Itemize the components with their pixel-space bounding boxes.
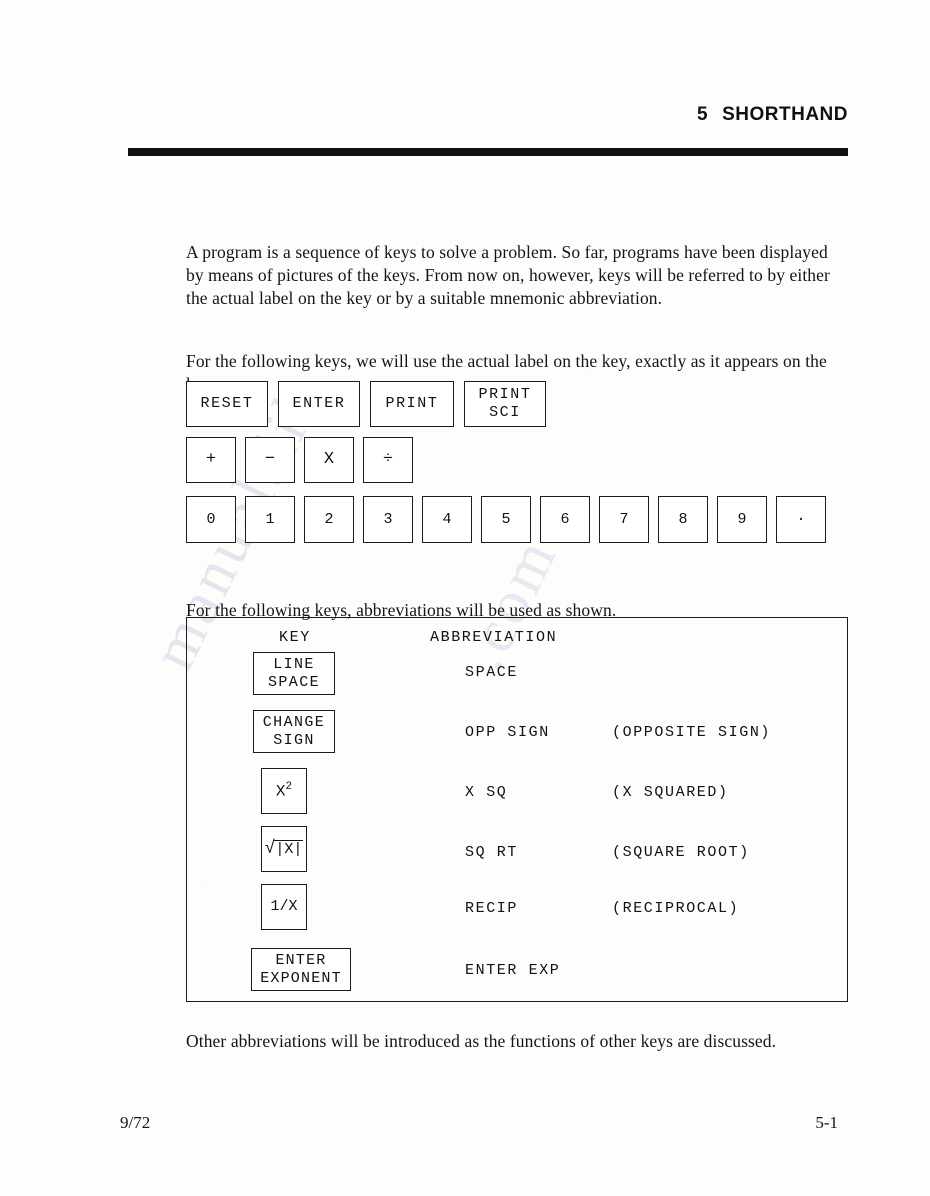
table-header-abbreviation: ABBREVIATION	[430, 629, 558, 646]
table-cell-expansion: (RECIPROCAL)	[612, 900, 740, 917]
table-row: X2 X SQ (X SQUARED)	[187, 768, 847, 826]
table-cell-abbreviation: X SQ	[465, 784, 508, 801]
document-page: manualslib .com 5 SHORTHAND A program is …	[0, 0, 930, 1196]
key-digit-6[interactable]: 6	[540, 496, 590, 543]
key-digit-3[interactable]: 3	[363, 496, 413, 543]
table-cell-abbreviation: ENTER EXP	[465, 962, 561, 979]
table-row: ENTER EXPONENT ENTER EXP	[187, 944, 847, 1004]
table-cell-abbreviation: SQ RT	[465, 844, 519, 861]
square-root-glyph: √ |X|	[265, 840, 304, 858]
chapter-title: SHORTHAND	[722, 104, 848, 125]
table-cell-key: 1/X	[261, 884, 307, 930]
key-digit-0[interactable]: 0	[186, 496, 236, 543]
key-plus[interactable]: +	[186, 437, 236, 483]
table-row: CHANGE SIGN OPP SIGN (OPPOSITE SIGN)	[187, 710, 847, 768]
table-cell-key: LINE SPACE	[253, 652, 335, 695]
key-multiply[interactable]: X	[304, 437, 354, 483]
key-x-squared[interactable]: X2	[261, 768, 307, 814]
table-cell-abbreviation: RECIP	[465, 900, 519, 917]
table-cell-key: ENTER EXPONENT	[251, 948, 351, 991]
table-cell-abbreviation: SPACE	[465, 664, 519, 681]
x-squared-glyph: X2	[275, 780, 293, 801]
footer-date-code: 9/72	[120, 1113, 151, 1132]
key-line-space[interactable]: LINE SPACE	[253, 652, 335, 695]
table-cell-key: X2	[261, 768, 307, 814]
key-digit-4[interactable]: 4	[422, 496, 472, 543]
table-cell-expansion: (OPPOSITE SIGN)	[612, 724, 772, 741]
key-digit-1[interactable]: 1	[245, 496, 295, 543]
table-cell-expansion: (SQUARE ROOT)	[612, 844, 750, 861]
key-decimal-point[interactable]: ·	[776, 496, 826, 543]
paragraph-closing: Other abbreviations will be introduced a…	[186, 1030, 777, 1051]
running-head: 5 SHORTHAND	[697, 104, 848, 126]
table-header-key: KEY	[279, 629, 311, 646]
table-row: LINE SPACE SPACE	[187, 652, 847, 710]
paragraph-intro: A program is a sequence of keys to solve…	[186, 241, 830, 309]
key-row-words: RESET ENTER PRINT PRINT SCI	[186, 381, 556, 427]
key-digit-7[interactable]: 7	[599, 496, 649, 543]
key-divide[interactable]: ÷	[363, 437, 413, 483]
header-rule	[128, 148, 848, 156]
radicand: |X|	[273, 840, 304, 858]
table-row: 1/X RECIP (RECIPROCAL)	[187, 884, 847, 944]
table-cell-key: CHANGE SIGN	[253, 710, 335, 753]
key-digit-8[interactable]: 8	[658, 496, 708, 543]
key-digit-9[interactable]: 9	[717, 496, 767, 543]
key-print[interactable]: PRINT	[370, 381, 454, 427]
table-cell-key: √ |X|	[261, 826, 307, 872]
key-reciprocal[interactable]: 1/X	[261, 884, 307, 930]
key-enter-exponent[interactable]: ENTER EXPONENT	[251, 948, 351, 991]
key-enter[interactable]: ENTER	[278, 381, 360, 427]
chapter-number: 5	[697, 104, 709, 125]
key-reset[interactable]: RESET	[186, 381, 268, 427]
key-change-sign[interactable]: CHANGE SIGN	[253, 710, 335, 753]
key-print-sci[interactable]: PRINT SCI	[464, 381, 546, 427]
key-digit-2[interactable]: 2	[304, 496, 354, 543]
key-row-operators: + − X ÷	[186, 437, 422, 483]
key-square-root[interactable]: √ |X|	[261, 826, 307, 872]
footer-page-number: 5-1	[815, 1113, 838, 1132]
key-row-digits: 0 1 2 3 4 5 6 7 8 9 ·	[186, 496, 835, 543]
table-cell-abbreviation: OPP SIGN	[465, 724, 550, 741]
abbreviation-table: KEY ABBREVIATION LINE SPACE SPACE CHANGE…	[186, 617, 848, 1002]
table-cell-expansion: (X SQUARED)	[612, 784, 729, 801]
key-digit-5[interactable]: 5	[481, 496, 531, 543]
table-row: √ |X| SQ RT (SQUARE ROOT)	[187, 826, 847, 884]
key-minus[interactable]: −	[245, 437, 295, 483]
